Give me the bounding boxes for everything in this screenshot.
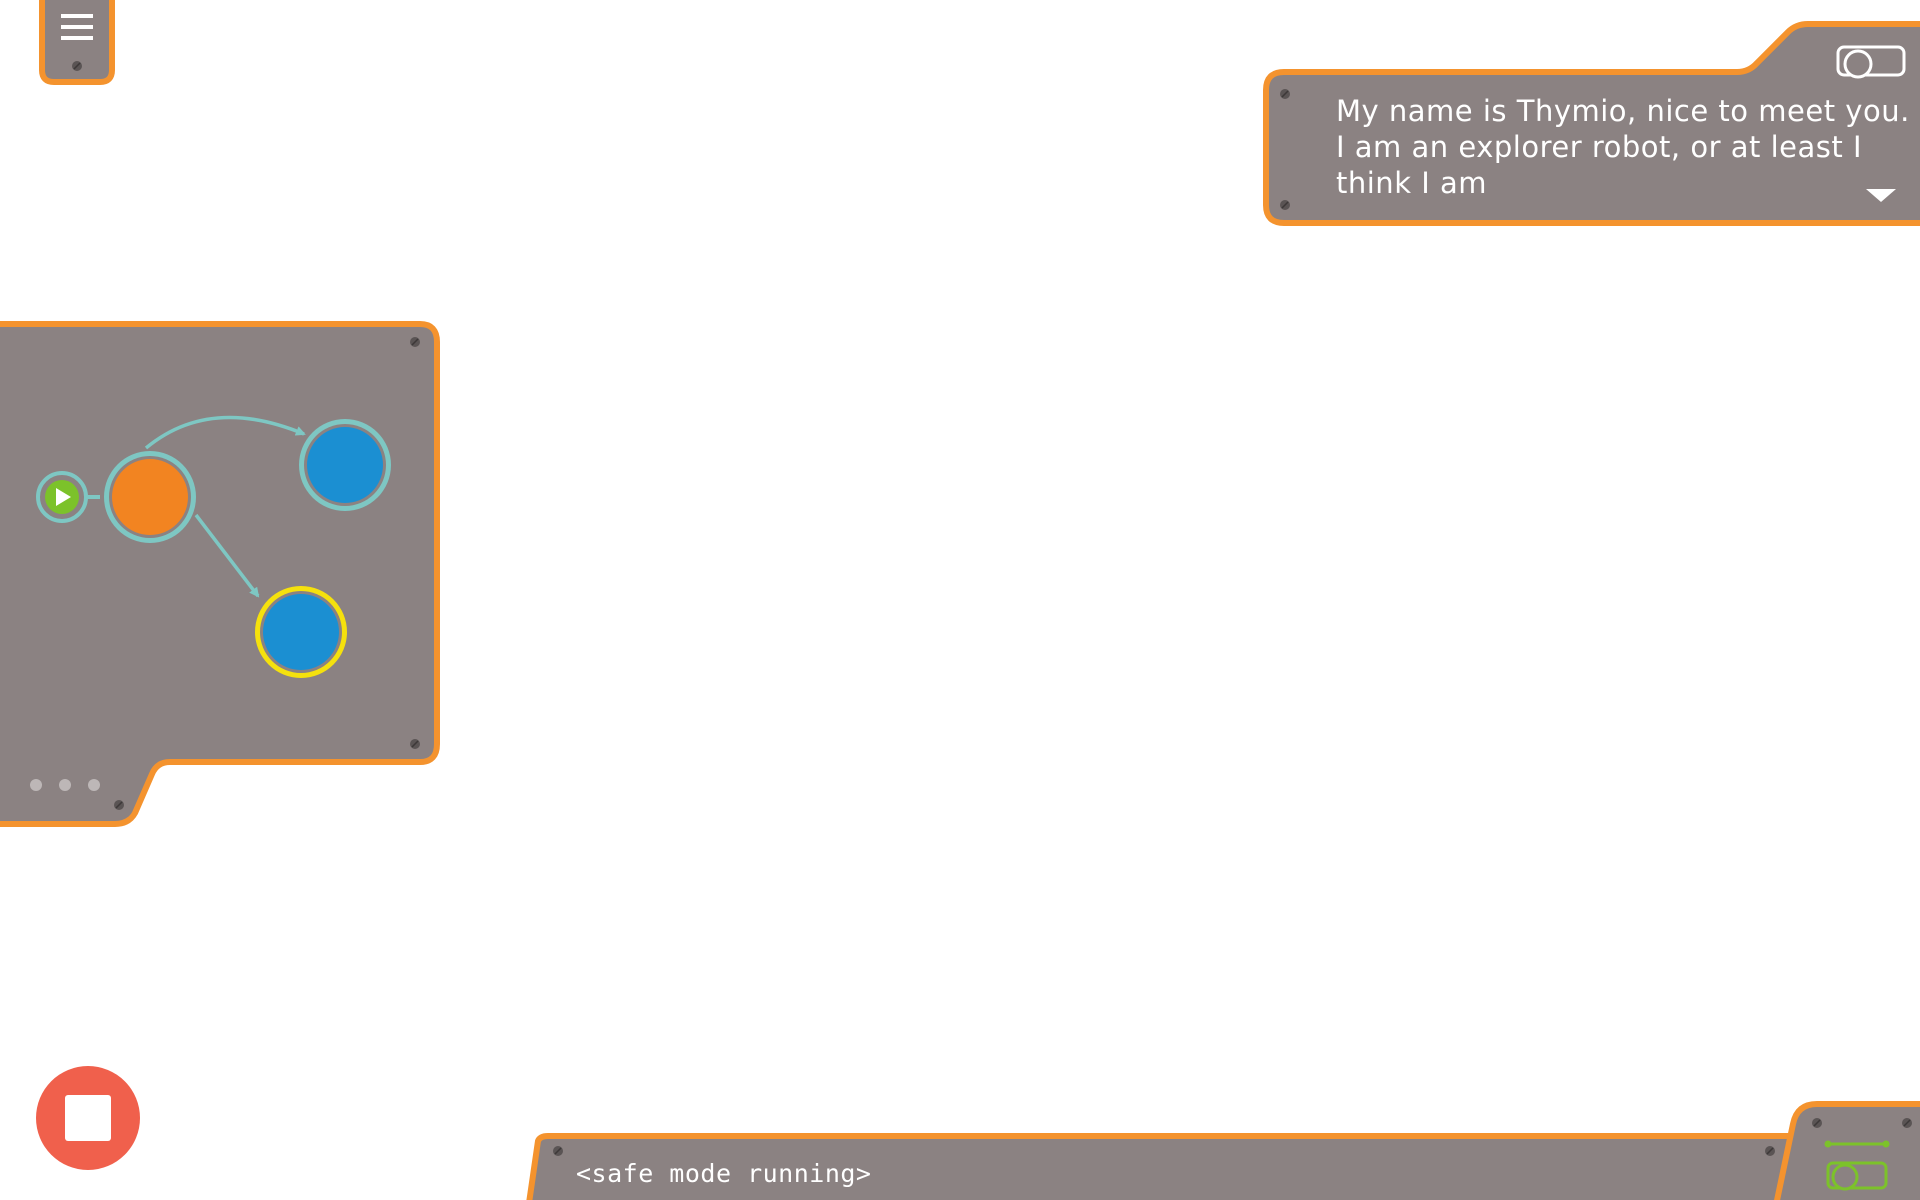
- camera-icon[interactable]: [1834, 44, 1908, 80]
- screw-icon: [553, 1146, 563, 1156]
- screw-icon: [114, 800, 124, 810]
- screw-icon: [1280, 89, 1290, 99]
- screw-icon: [410, 739, 420, 749]
- play-icon[interactable]: [35, 470, 89, 524]
- robot-controller-icon[interactable]: [1822, 1136, 1892, 1192]
- state-node-lower[interactable]: [250, 581, 352, 683]
- screw-icon: [410, 337, 420, 347]
- console-panel: [526, 1101, 1920, 1200]
- page-dot[interactable]: [59, 779, 71, 791]
- chevron-down-icon[interactable]: [1864, 186, 1898, 206]
- dialog-line-3: think I am: [1336, 166, 1487, 200]
- page-dot[interactable]: [30, 779, 42, 791]
- state-node-initial[interactable]: [99, 446, 201, 548]
- screw-icon: [1280, 200, 1290, 210]
- dialog-line-2: I am an explorer robot, or at least I: [1336, 130, 1862, 164]
- game-screen: My name is Thymio, nice to meet you. I a…: [0, 0, 1920, 1200]
- state-node-upper[interactable]: [294, 414, 396, 516]
- dialog-line-1: My name is Thymio, nice to meet you.: [1336, 94, 1910, 128]
- screw-icon: [1812, 1118, 1822, 1128]
- screw-icon: [1765, 1146, 1775, 1156]
- console-status-text: <safe mode running>: [576, 1159, 872, 1188]
- page-dot[interactable]: [88, 779, 100, 791]
- screw-icon: [1902, 1118, 1912, 1128]
- page-indicator: [30, 779, 100, 791]
